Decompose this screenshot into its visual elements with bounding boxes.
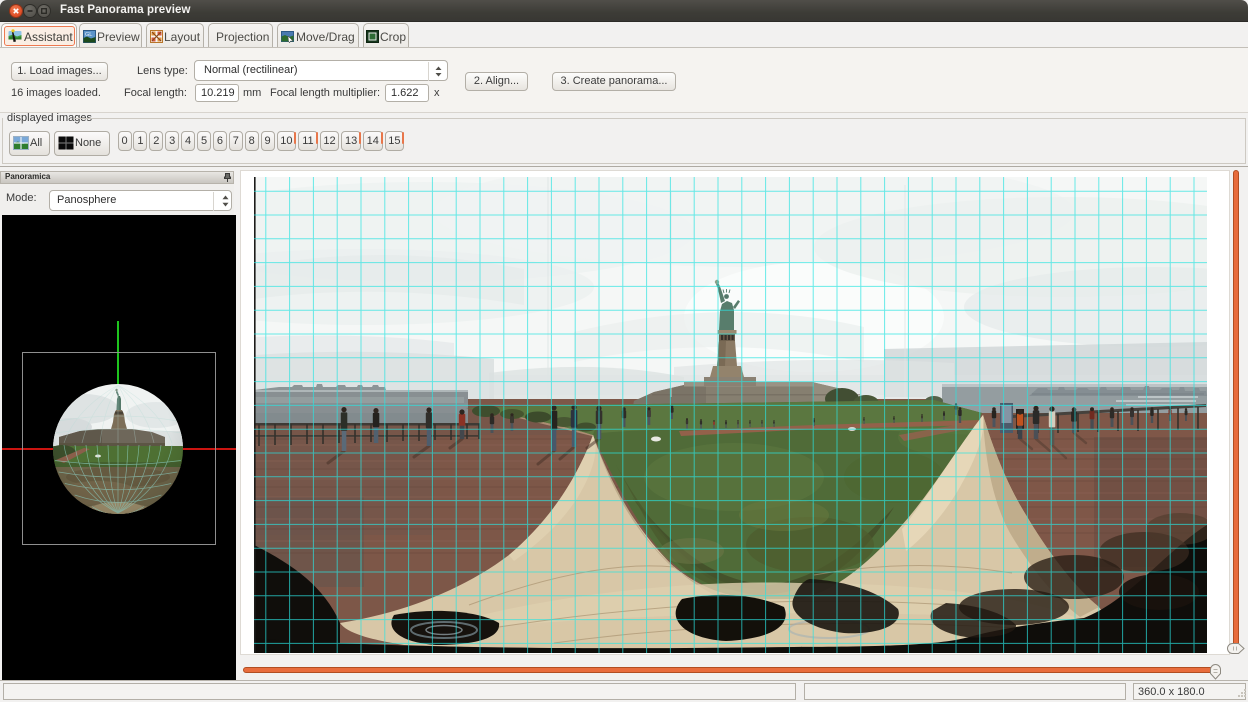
svg-text:GL: GL bbox=[85, 32, 92, 38]
